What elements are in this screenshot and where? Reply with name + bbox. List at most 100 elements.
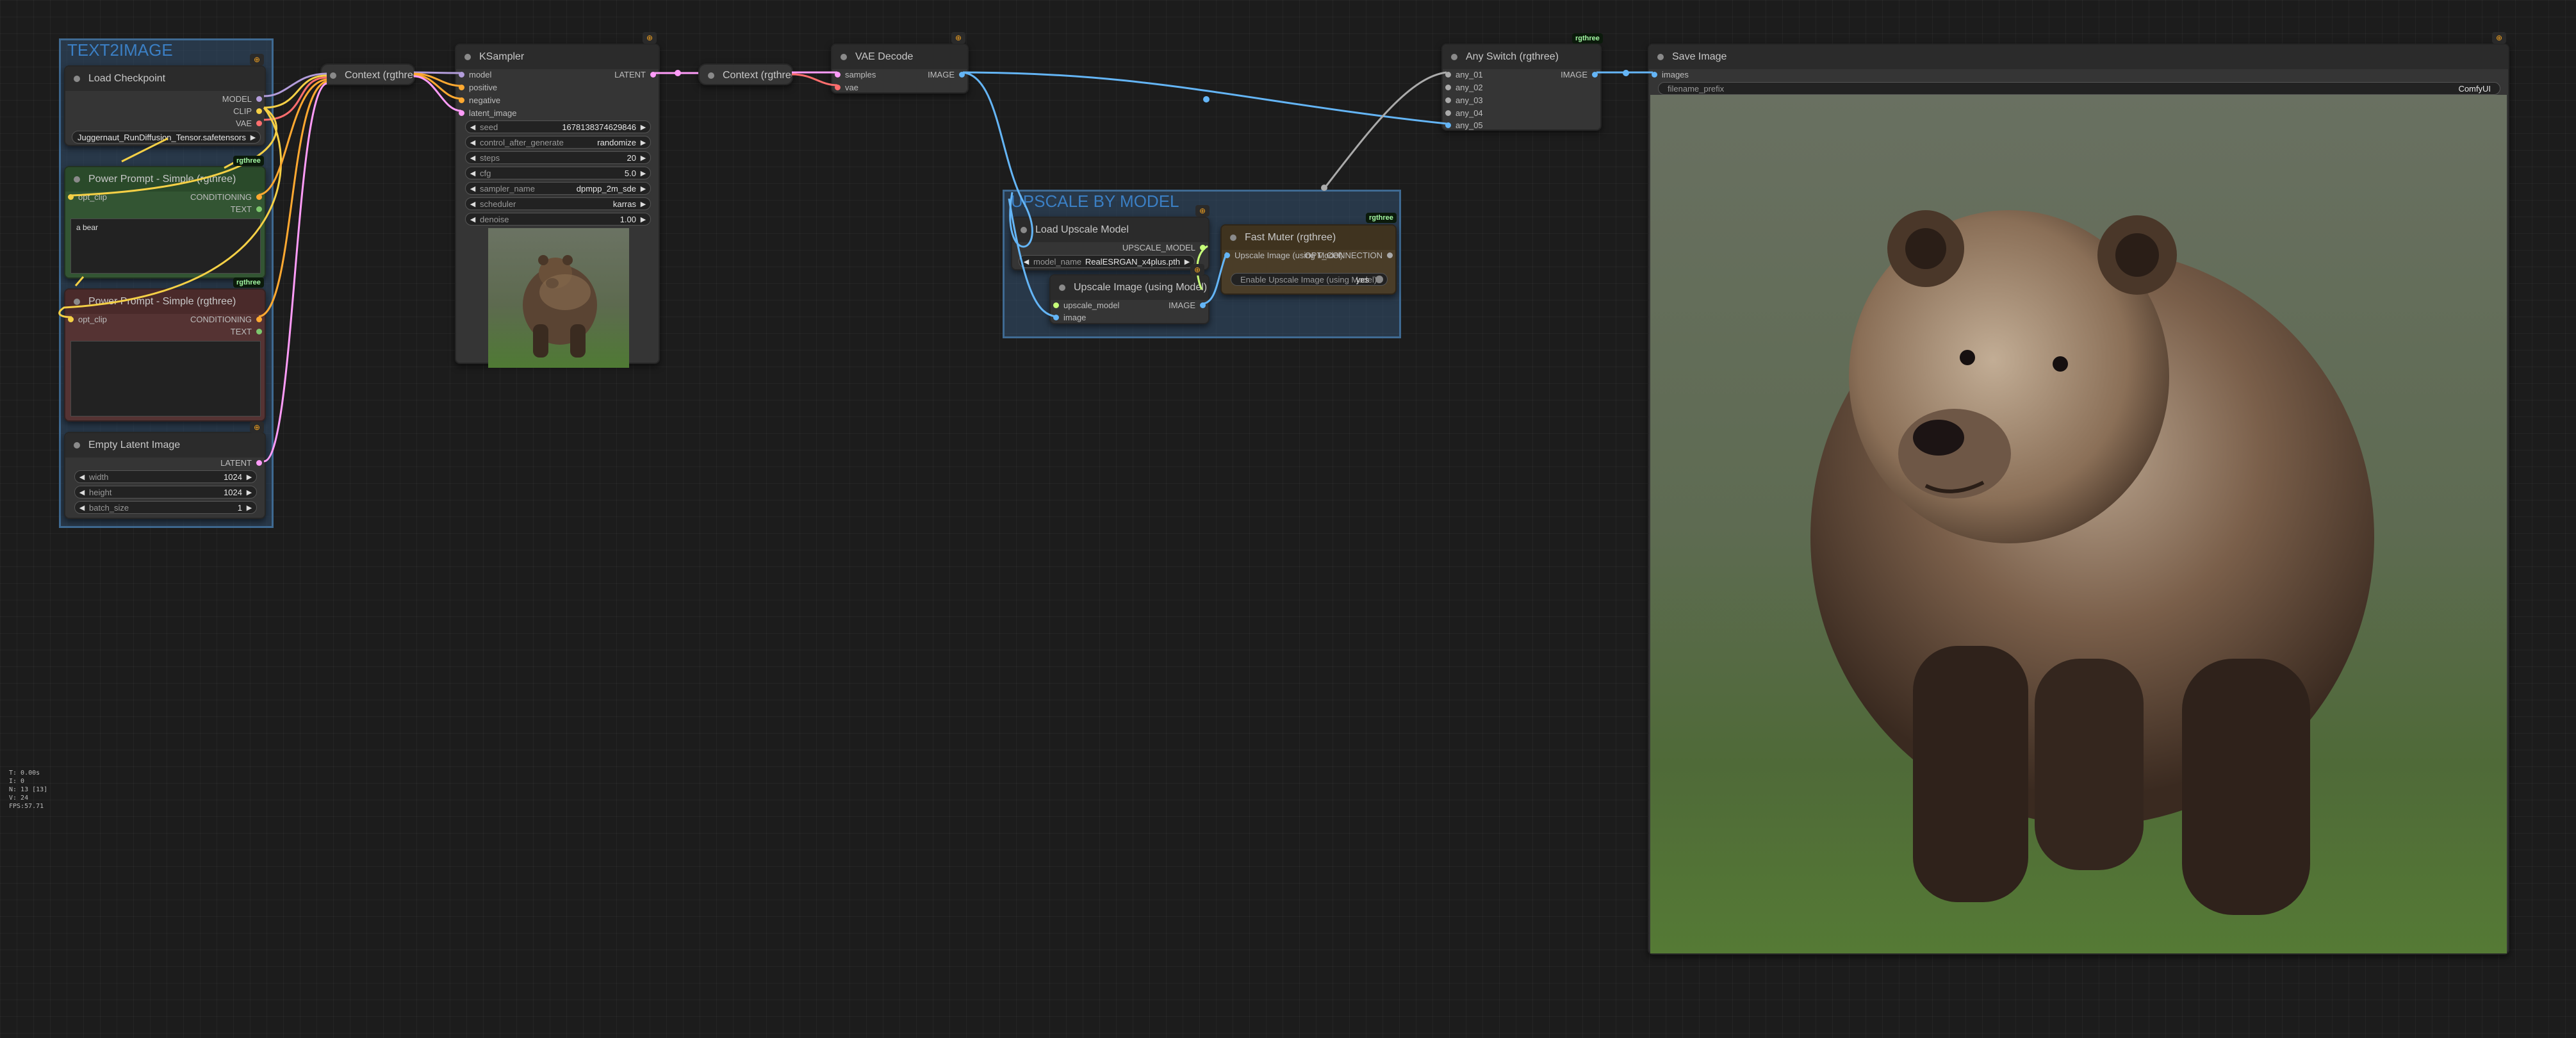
collapse-dot-icon[interactable] xyxy=(841,54,847,60)
node-title[interactable]: Fast Muter (rgthree) xyxy=(1222,226,1395,250)
output-image[interactable]: IMAGE xyxy=(1169,301,1206,310)
input-any-05[interactable]: any_05 xyxy=(1445,121,1483,130)
arrow-right-icon[interactable]: ▶ xyxy=(639,183,648,194)
output-vae[interactable]: VAE xyxy=(236,119,262,128)
collapse-dot-icon[interactable] xyxy=(708,72,714,79)
input-images[interactable]: images xyxy=(1652,70,1689,79)
node-power-prompt-negative[interactable]: Power Prompt - Simple (rgthree) opt_clip… xyxy=(64,288,266,422)
node-upscale-image[interactable]: Upscale Image (using Model) upscale_mode… xyxy=(1049,274,1210,324)
input-positive[interactable]: positive xyxy=(459,83,497,92)
reroute-dot[interactable] xyxy=(1203,96,1210,103)
node-title[interactable]: Power Prompt - Simple (rgthree) xyxy=(65,290,265,314)
toggle-knob-icon[interactable] xyxy=(1375,276,1383,283)
arrow-left-icon[interactable]: ◀ xyxy=(468,167,477,179)
output-image[interactable]: IMAGE xyxy=(928,70,965,79)
pin-icon[interactable]: ⊕ xyxy=(643,32,657,44)
node-title[interactable]: Context (rgthree) xyxy=(700,65,792,84)
node-title[interactable]: Upscale Image (using Model) xyxy=(1051,276,1208,300)
pin-icon[interactable]: ⊕ xyxy=(250,54,264,65)
output-latent[interactable]: LATENT xyxy=(220,459,262,468)
batch-size-widget[interactable]: ◀ batch_size 1 ▶ xyxy=(74,501,257,514)
collapse-dot-icon[interactable] xyxy=(1021,227,1027,233)
arrow-left-icon[interactable]: ◀ xyxy=(468,121,477,133)
collapse-dot-icon[interactable] xyxy=(1230,235,1236,241)
pin-icon[interactable]: ⊕ xyxy=(250,422,264,433)
arrow-left-icon[interactable]: ◀ xyxy=(78,502,86,513)
node-save-image[interactable]: Save Image images filename_prefix ComfyU… xyxy=(1648,44,2509,955)
pin-icon[interactable]: ⊕ xyxy=(951,32,965,44)
output-text[interactable]: TEXT xyxy=(231,205,262,214)
output-conditioning[interactable]: CONDITIONING xyxy=(190,315,262,324)
node-empty-latent-image[interactable]: Empty Latent Image LATENT ◀ width 1024 ▶ ◀ h… xyxy=(64,432,266,519)
node-title[interactable]: VAE Decode xyxy=(832,45,967,69)
arrow-left-icon[interactable]: ◀ xyxy=(78,486,86,498)
input-any-03[interactable]: any_03 xyxy=(1445,96,1483,105)
reroute-dot[interactable] xyxy=(1623,70,1629,76)
node-title[interactable]: Empty Latent Image xyxy=(65,433,265,457)
node-title[interactable]: Save Image xyxy=(1649,45,2508,69)
pin-icon[interactable]: ⊕ xyxy=(1190,264,1204,276)
node-load-checkpoint[interactable]: Load Checkpoint MODEL CLIP VAE Juggernau… xyxy=(64,65,266,146)
arrow-right-icon[interactable]: ▶ xyxy=(639,167,648,179)
input-model[interactable]: model xyxy=(459,70,491,79)
arrow-left-icon[interactable]: ◀ xyxy=(468,213,477,225)
node-title[interactable]: Any Switch (rgthree) xyxy=(1443,45,1600,69)
seed-widget[interactable]: ◀ seed 1678138374629846 ▶ xyxy=(465,120,651,133)
input-negative[interactable]: negative xyxy=(459,96,500,105)
input-image[interactable]: image xyxy=(1053,313,1086,322)
node-title[interactable]: Power Prompt - Simple (rgthree) xyxy=(65,167,265,192)
steps-widget[interactable]: ◀ steps 20 ▶ xyxy=(465,151,651,164)
arrow-left-icon[interactable]: ◀ xyxy=(468,136,477,148)
arrow-right-icon[interactable]: ▶ xyxy=(639,121,648,133)
arrow-left-icon[interactable]: ◀ xyxy=(78,471,86,482)
node-title[interactable]: Context (rgthree) xyxy=(322,65,414,84)
pin-icon[interactable]: ⊕ xyxy=(1195,205,1210,217)
enable-upscale-toggle[interactable]: Enable Upscale Image (using Model) yes xyxy=(1231,273,1388,286)
node-power-prompt-positive[interactable]: Power Prompt - Simple (rgthree) opt_clip… xyxy=(64,166,266,279)
arrow-right-icon[interactable]: ▶ xyxy=(249,131,258,143)
node-title[interactable]: KSampler xyxy=(456,45,659,69)
ckpt-name-combo[interactable]: Juggernaut_RunDiffusion_Tensor.safetenso… xyxy=(72,131,261,144)
collapse-dot-icon[interactable] xyxy=(464,54,471,60)
pin-icon[interactable]: ⊕ xyxy=(2492,32,2506,44)
arrow-left-icon[interactable]: ◀ xyxy=(468,183,477,194)
arrow-left-icon[interactable]: ◀ xyxy=(468,152,477,163)
model-name-combo[interactable]: ◀ model_name RealESRGAN_x4plus.pth ▶ xyxy=(1019,255,1195,268)
collapse-dot-icon[interactable] xyxy=(1451,54,1457,60)
output-clip[interactable]: CLIP xyxy=(233,107,262,116)
input-latent-image[interactable]: latent_image xyxy=(459,109,516,118)
input-upscale-model[interactable]: upscale_model xyxy=(1053,301,1119,310)
node-load-upscale-model[interactable]: Load Upscale Model UPSCALE_MODEL ◀ model_… xyxy=(1011,217,1210,270)
arrow-right-icon[interactable]: ▶ xyxy=(639,152,648,163)
collapse-dot-icon[interactable] xyxy=(74,176,80,183)
node-title[interactable]: Load Checkpoint xyxy=(65,67,265,91)
output-opt-connection[interactable]: OPT_CONNECTION xyxy=(1305,251,1393,260)
arrow-right-icon[interactable]: ▶ xyxy=(639,198,648,210)
node-ksampler[interactable]: KSampler model positive negative latent_… xyxy=(455,44,660,368)
arrow-right-icon[interactable]: ▶ xyxy=(245,486,254,498)
input-samples[interactable]: samples xyxy=(835,70,876,79)
node-vae-decode[interactable]: VAE Decode samples vae IMAGE xyxy=(831,44,969,94)
arrow-right-icon[interactable]: ▶ xyxy=(639,213,648,225)
collapse-dot-icon[interactable] xyxy=(74,299,80,305)
prompt-textarea[interactable] xyxy=(70,341,261,416)
node-any-switch[interactable]: Any Switch (rgthree) any_01 any_02 any_0… xyxy=(1441,44,1602,131)
output-conditioning[interactable]: CONDITIONING xyxy=(190,193,262,202)
node-context-1[interactable]: Context (rgthree) xyxy=(320,63,415,85)
node-context-2[interactable]: Context (rgthree) xyxy=(698,63,793,85)
output-image[interactable]: IMAGE xyxy=(1561,70,1598,79)
output-latent[interactable]: LATENT xyxy=(614,70,656,79)
node-fast-muter[interactable]: Fast Muter (rgthree) Upscale Image (usin… xyxy=(1220,224,1397,295)
height-widget[interactable]: ◀ height 1024 ▶ xyxy=(74,486,257,498)
collapse-dot-icon[interactable] xyxy=(1059,284,1065,291)
cfg-widget[interactable]: ◀ cfg 5.0 ▶ xyxy=(465,167,651,179)
sampler-name-widget[interactable]: ◀ sampler_name dpmpp_2m_sde ▶ xyxy=(465,182,651,195)
output-model[interactable]: MODEL xyxy=(222,95,262,104)
reroute-dot[interactable] xyxy=(675,70,681,76)
input-opt-clip[interactable]: opt_clip xyxy=(68,315,107,324)
collapse-dot-icon[interactable] xyxy=(74,76,80,82)
arrow-left-icon[interactable]: ◀ xyxy=(468,198,477,210)
output-text[interactable]: TEXT xyxy=(231,327,262,336)
arrow-left-icon[interactable]: ◀ xyxy=(1022,256,1031,267)
collapse-dot-icon[interactable] xyxy=(330,72,336,79)
